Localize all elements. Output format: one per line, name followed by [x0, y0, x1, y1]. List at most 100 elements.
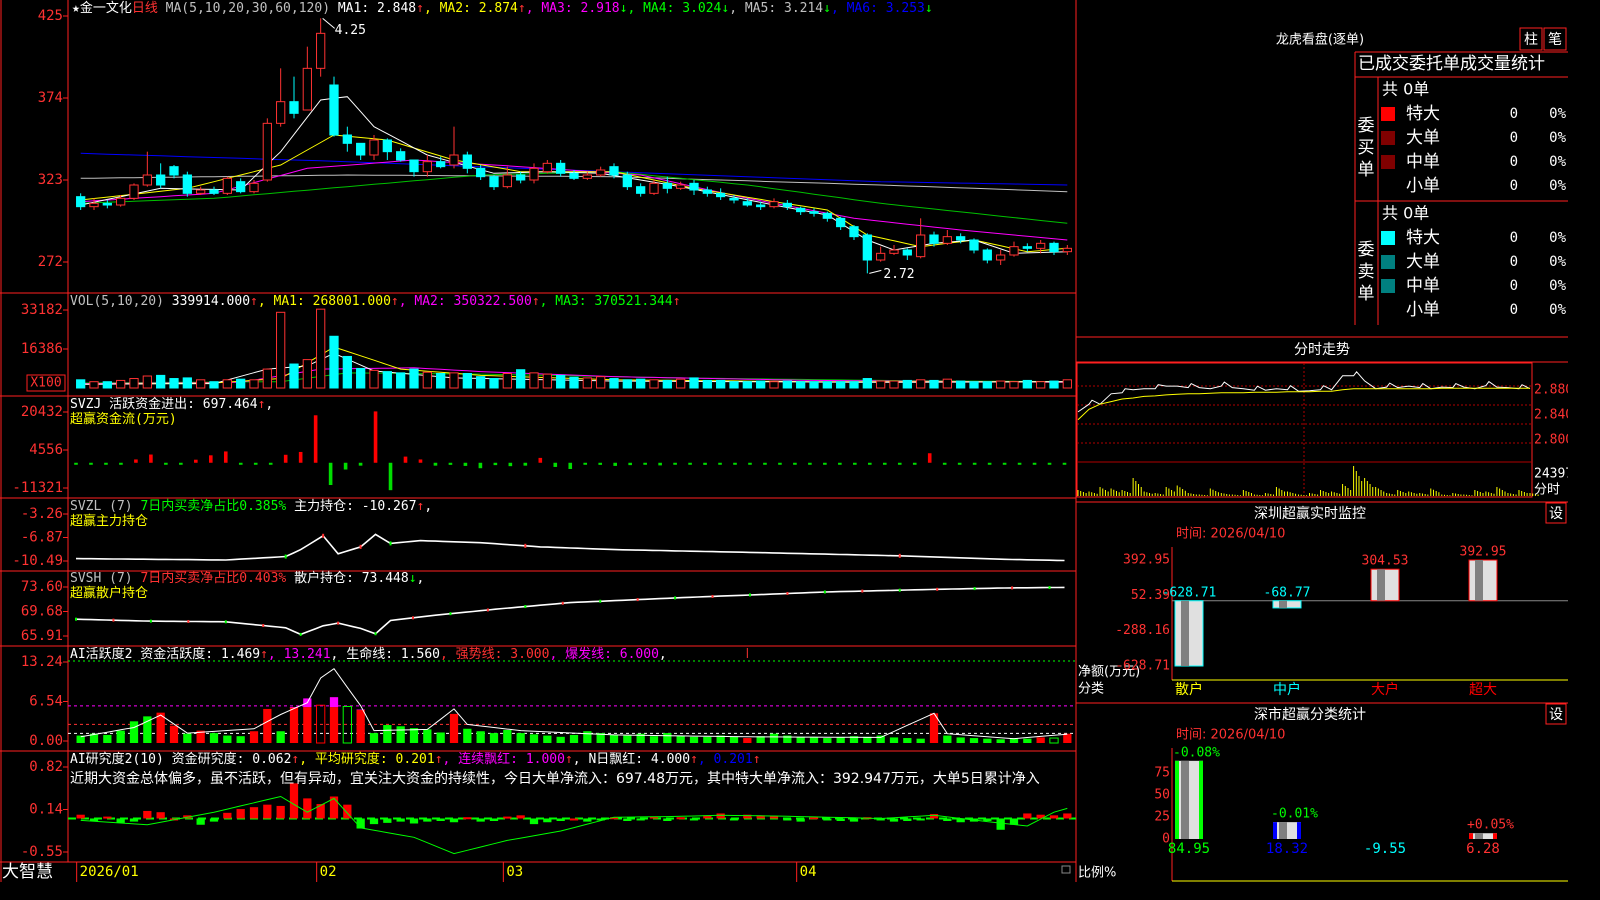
min-marker-line [869, 269, 882, 274]
k-header-part: ★金一文化 [72, 0, 132, 16]
research-bar [129, 818, 139, 822]
sz-bar-label: -68.77 [1264, 585, 1311, 600]
volume-bar [182, 377, 192, 389]
candle [569, 172, 579, 179]
vol-header-part: ↑ [532, 294, 540, 309]
k-header-part: MA1: 2.848 [330, 1, 416, 16]
activity-bar [463, 728, 472, 743]
volume-bar [382, 371, 392, 389]
candle [276, 101, 286, 124]
sz-category-1: 散户 [1175, 681, 1203, 698]
research-bar [449, 818, 459, 823]
sh-value-label: 84.95 [1168, 841, 1210, 857]
research-bar [836, 818, 845, 821]
tick-mark [561, 601, 564, 605]
bar-mode-label: 柱 [1524, 32, 1538, 48]
volume-bar [742, 381, 752, 389]
svzl-header-part: 7日内买卖净占比0.385% [140, 498, 286, 514]
axis-tick-label: -10.49 [12, 553, 63, 569]
fund-flow-bar [268, 462, 273, 465]
research-bar [383, 818, 392, 823]
candle [649, 182, 659, 194]
activity-bar [689, 736, 699, 743]
research-bar [103, 816, 112, 819]
svzl-header-part: 主力持仓: -10.267 [286, 499, 416, 514]
fund-flow-bar [658, 462, 662, 466]
k-header-part: , MA6: 3.253 [831, 1, 925, 16]
ai2-header-part: AI研究度2(10) 资金研究度: 0.062 [70, 751, 291, 767]
research-bar [823, 818, 832, 821]
volume-bar [782, 380, 792, 389]
k-header-part: MA(5,10,20,30,60,120) [166, 1, 330, 16]
candle [156, 174, 166, 186]
candle [809, 211, 819, 214]
svzl-header-part: SVZL (7) [70, 499, 140, 514]
sh-bar-edge [1199, 760, 1203, 839]
fund-flow-bar [673, 462, 677, 465]
activity-bar [823, 738, 832, 743]
research-bar [903, 818, 912, 821]
volume-bar [1049, 380, 1059, 389]
volume-bar [609, 378, 619, 389]
fund-flow-bar [808, 462, 812, 465]
ai1-header-part: , 爆发线: 6.000 [549, 646, 658, 662]
research-bar [423, 818, 432, 822]
sell-row-swatch [1381, 279, 1395, 293]
svsh-header-part: , [417, 571, 425, 586]
activity-bar [436, 732, 445, 743]
candle [782, 202, 792, 208]
volume-bar [1009, 381, 1019, 389]
candle [489, 176, 499, 188]
fund-flow-bar [628, 462, 632, 466]
candle [1062, 247, 1072, 253]
candle [662, 182, 672, 189]
axis-tick-label: 73.60 [21, 579, 63, 595]
volume-bar [462, 372, 472, 389]
sh-date: 时间: 2026/04/10 [1176, 728, 1285, 743]
activity-bar [649, 736, 659, 743]
tick-mark [524, 605, 527, 609]
activity-bar [383, 725, 392, 743]
k-header-part: , MA5: 3.214 [729, 1, 823, 16]
volume-bar [556, 374, 566, 389]
candle [636, 186, 646, 194]
k-header-part: ↓ [620, 1, 628, 16]
fund-flow-bar [238, 462, 243, 465]
fund-flow-bar [568, 462, 573, 469]
svzj-header-part: , [265, 397, 273, 412]
fund-flow-bar [1062, 462, 1067, 465]
research-bar [76, 814, 85, 819]
tick-mark [187, 619, 190, 623]
trading-terminal[interactable]: 425 374 323 272 33182 16386 X100 20432 4556 -1132… [0, 0, 1568, 882]
k-header-part: ↓ [721, 1, 729, 16]
lhb-title: 龙虎看盘(逐单) [1276, 32, 1364, 48]
research-bar [689, 818, 699, 821]
research-bar [729, 818, 739, 821]
volume-bar [89, 381, 99, 389]
date-label: 02 [320, 864, 337, 880]
buy-row-name: 特大 [1406, 104, 1440, 124]
research-bar [623, 818, 632, 821]
candle [996, 254, 1006, 261]
volume-bar [542, 373, 552, 389]
sh-value-label: 18.32 [1266, 841, 1308, 857]
activity-bar [743, 738, 752, 743]
research-bar [676, 817, 685, 820]
volume-bar [356, 367, 366, 389]
sh-bar-shade [1475, 833, 1483, 839]
candle [836, 217, 846, 228]
ai2-header-part: ↑ [565, 752, 573, 767]
activity-bar [543, 735, 552, 743]
fenshi-title: 分时走势 [1294, 342, 1350, 358]
candle [382, 139, 392, 153]
volume-bar [276, 311, 286, 389]
sell-row-name: 特大 [1406, 228, 1440, 248]
candle [729, 197, 739, 201]
candle [876, 252, 886, 261]
pen-mode-label: 笔 [1548, 32, 1562, 48]
sh-ylabel: 比例% [1078, 866, 1116, 881]
fund-flow-bar [1017, 462, 1022, 465]
fund-flow-bar [493, 462, 498, 466]
activity-bar [729, 736, 739, 743]
activity-bar [423, 729, 432, 743]
